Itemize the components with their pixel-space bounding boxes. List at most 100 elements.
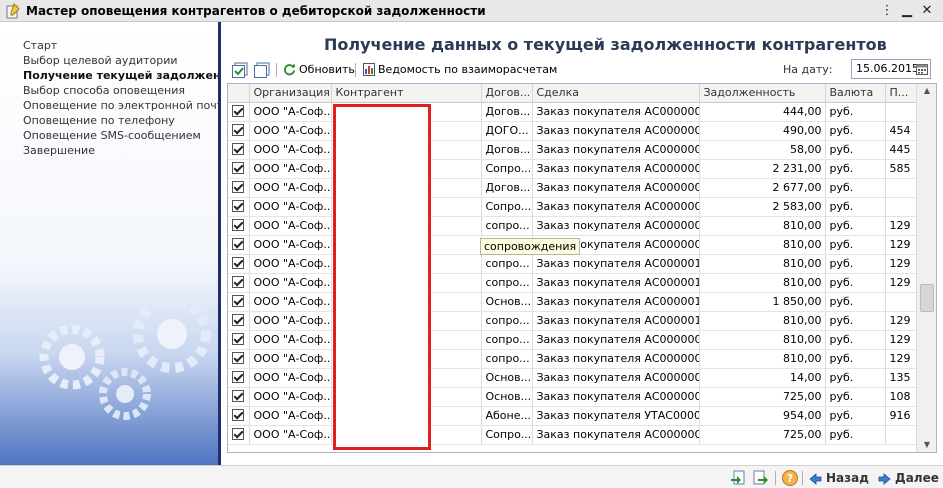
step-audience[interactable]: Выбор целевой аудитории [23,53,218,68]
cell-p[interactable]: 445 [885,140,919,160]
cell-deal[interactable]: Заказ покупателя АС000000... [532,387,700,407]
cell-debt[interactable]: 725,00 [699,425,826,445]
cell-debt[interactable]: 810,00 [699,330,826,350]
minimize-icon[interactable]: ▁ [898,3,916,19]
cell-deal[interactable]: Заказ покупателя АС000001... [532,273,700,293]
step-phone[interactable]: Оповещение по телефону [23,113,218,128]
row-checkbox[interactable] [232,295,244,307]
table-row[interactable]: ООО "А-Соф... ДОГО... Заказ покупателя АС0… [228,121,919,141]
cell-deal[interactable]: Заказ покупателя АС000001... [532,254,700,274]
cell-deal[interactable]: Заказ покупателя АС000000... [532,159,700,179]
table-row[interactable]: ООО "А-Соф...сийск...сопро...Заказ покуп… [228,311,919,331]
cell-p[interactable] [885,178,919,198]
row-checkbox-cell[interactable] [228,235,250,255]
table-row[interactable]: ООО "А-Соф... Основ... Заказ покупателя АС… [228,387,919,407]
cell-organization[interactable]: ООО "А-Соф... [249,216,332,236]
row-checkbox[interactable] [232,333,244,345]
row-checkbox[interactable] [232,238,244,250]
step-method[interactable]: Выбор способа оповещения [23,83,218,98]
report-button[interactable]: Ведомость по взаиморасчетам [363,62,557,78]
cell-deal[interactable]: Заказ покупателя АС000000... [532,140,700,160]
cell-contract[interactable]: Абоне... [481,406,533,426]
cell-deal[interactable]: Заказ покупателя АС000000... [532,197,700,217]
cell-organization[interactable]: ООО "А-Соф... [249,387,332,407]
cell-deal[interactable]: Заказ покупателя УТАС0000... [532,406,700,426]
cell-organization[interactable]: ООО "А-Соф... [249,159,332,179]
export-icon[interactable] [752,469,770,487]
cell-contract[interactable]: Догов... [481,178,533,198]
row-checkbox-cell[interactable] [228,140,250,160]
cell-organization[interactable]: ООО "А-Соф... [249,178,332,198]
cell-deal[interactable]: Заказ покупателя АС000000... [532,330,700,350]
row-checkbox[interactable] [232,371,244,383]
cell-organization[interactable]: ООО "А-Соф... [249,368,332,388]
cell-currency[interactable]: руб. [825,140,886,160]
table-row[interactable]: ООО "А-Соф...бласть...Абоне...Заказ поку… [228,406,919,426]
cell-currency[interactable]: руб. [825,387,886,407]
menu-icon[interactable]: ⋮ [878,3,896,19]
cell-deal[interactable]: Заказ покупателя АС000001... [532,311,700,331]
row-checkbox[interactable] [232,390,244,402]
row-checkbox-cell[interactable] [228,178,250,198]
table-row[interactable]: ООО "А-Соф...ОДогов...Заказ покупателя А… [228,178,919,198]
cell-p[interactable]: 916 [885,406,919,426]
cell-p[interactable] [885,197,919,217]
back-button[interactable]: Назад [809,470,869,486]
table-row[interactable]: ООО "А-Соф...сийск...сопро...Заказ покуп… [228,330,919,350]
table-row[interactable]: ООО "А-Соф... Основ... Заказ покупателя АС… [228,292,919,312]
table-row[interactable]: ООО "А-Соф... Основ... Заказ покупателя АС… [228,368,919,388]
cell-organization[interactable]: ООО "А-Соф... [249,273,332,293]
row-checkbox-cell[interactable] [228,216,250,236]
cell-p[interactable]: 129 [885,349,919,369]
row-checkbox-cell[interactable] [228,311,250,331]
step-finish[interactable]: Завершение [23,143,218,158]
row-checkbox-cell[interactable] [228,368,250,388]
row-checkbox-cell[interactable] [228,349,250,369]
cell-organization[interactable]: ООО "А-Соф... [249,330,332,350]
cell-p[interactable]: 108 [885,387,919,407]
cell-deal[interactable]: Заказ покупателя АС000000... [532,425,700,445]
cell-currency[interactable]: руб. [825,216,886,236]
cell-debt[interactable]: 2 677,00 [699,178,826,198]
row-checkbox[interactable] [232,219,244,231]
cell-contract[interactable]: сопро... [481,311,533,331]
cell-currency[interactable]: руб. [825,121,886,141]
cell-contract[interactable]: Догов... [481,140,533,160]
cell-debt[interactable]: 2 583,00 [699,197,826,217]
header-debt[interactable]: Задолженность [699,84,826,103]
next-button[interactable]: Далее [878,470,939,486]
cell-debt[interactable]: 810,00 [699,235,826,255]
cell-contract[interactable]: Сопро... [481,159,533,179]
row-checkbox[interactable] [232,314,244,326]
cell-debt[interactable]: 2 231,00 [699,159,826,179]
cell-organization[interactable]: ООО "А-Соф... [249,292,332,312]
cell-debt[interactable]: 444,00 [699,102,826,122]
row-checkbox-cell[interactable] [228,102,250,122]
date-field[interactable]: 15.06.2015 [851,59,931,79]
table-row[interactable]: ООО "А-Соф...менов...Сопро...Заказ покуп… [228,197,919,217]
cell-p[interactable]: 585 [885,159,919,179]
row-checkbox-cell[interactable] [228,406,250,426]
cell-organization[interactable]: ООО "А-Соф... [249,102,332,122]
table-row[interactable]: ООО "А-Соф...сийск...сопро...Заказ покуп… [228,254,919,274]
table-row[interactable]: ООО "А-Соф...сийск...сопро...Заказ покуп… [228,349,919,369]
cell-debt[interactable]: 810,00 [699,254,826,274]
cell-organization[interactable]: ООО "А-Соф... [249,235,332,255]
cell-p[interactable]: 129 [885,273,919,293]
row-checkbox[interactable] [232,124,244,136]
cell-currency[interactable]: руб. [825,311,886,331]
cell-p[interactable]: 454 [885,121,919,141]
cell-contract[interactable]: Основ... [481,368,533,388]
cell-organization[interactable]: ООО "А-Соф... [249,140,332,160]
help-icon[interactable]: ? [781,469,799,487]
cell-debt[interactable]: 490,00 [699,121,826,141]
cell-deal[interactable]: Заказ покупателя АС000000... [532,178,700,198]
header-deal[interactable]: Сделка [532,84,700,103]
cell-currency[interactable]: руб. [825,330,886,350]
cell-p[interactable]: 129 [885,254,919,274]
cell-deal[interactable]: Заказ покупателя АС000001... [532,292,700,312]
cell-debt[interactable]: 810,00 [699,349,826,369]
cell-currency[interactable]: руб. [825,159,886,179]
row-checkbox[interactable] [232,276,244,288]
cell-debt[interactable]: 725,00 [699,387,826,407]
